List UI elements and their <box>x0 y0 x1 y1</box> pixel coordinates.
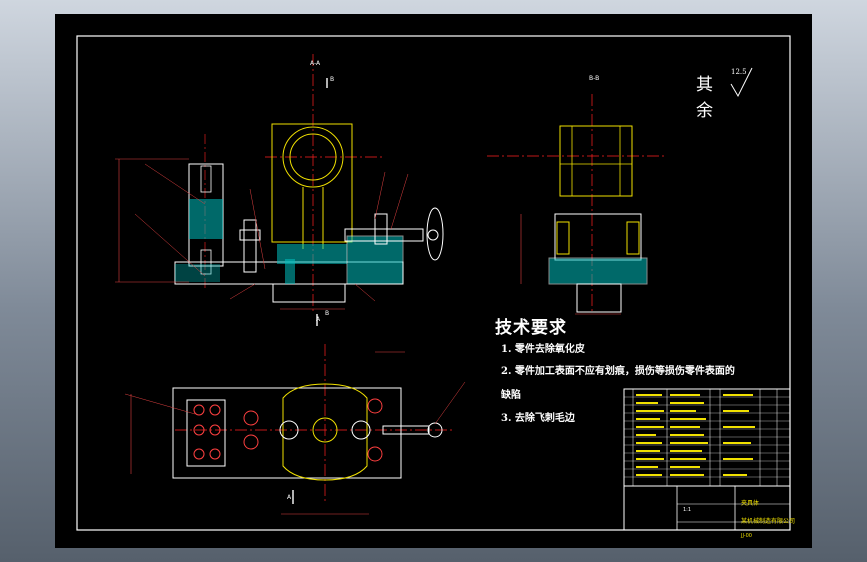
surface-rest-label: 其余 <box>696 75 713 121</box>
side-section-view <box>487 94 667 315</box>
requirement-item: 3. 去除飞刺毛边 <box>501 413 575 424</box>
requirement-item: 2. 零件加工表面不应有划痕，损伤等损伤零件表面的 <box>501 366 735 377</box>
roughness-value: 12.5 <box>731 68 747 76</box>
technical-requirements-title: 技术要求 <box>495 318 567 338</box>
requirement-item: 缺陷 <box>501 390 521 401</box>
cut-plane-b-bottom: B <box>325 310 330 317</box>
cut-plane-a-bottom: A <box>287 494 292 501</box>
title-block <box>623 388 791 531</box>
drawing-sheet: A-A B-B B B A A 其余 12.5 技术要求 1. 零件去除氧化皮 … <box>55 14 812 548</box>
cut-plane-b-top: B <box>330 76 335 83</box>
cut-plane-a-top: A <box>316 316 321 323</box>
section-bb-label: B-B <box>589 75 600 82</box>
plan-view <box>124 344 466 515</box>
title-block-drawing-number: JJ-00 <box>741 533 752 539</box>
title-block-company: 某机械制造有限公司 <box>741 518 796 525</box>
inner-frame <box>76 35 791 531</box>
section-aa-label: A-A <box>310 60 321 67</box>
front-section-view <box>115 54 444 326</box>
title-block-name: 夹具体 <box>741 500 760 507</box>
title-block-scale: 1:1 <box>683 507 692 513</box>
requirement-item: 1. 零件去除氧化皮 <box>501 344 585 355</box>
